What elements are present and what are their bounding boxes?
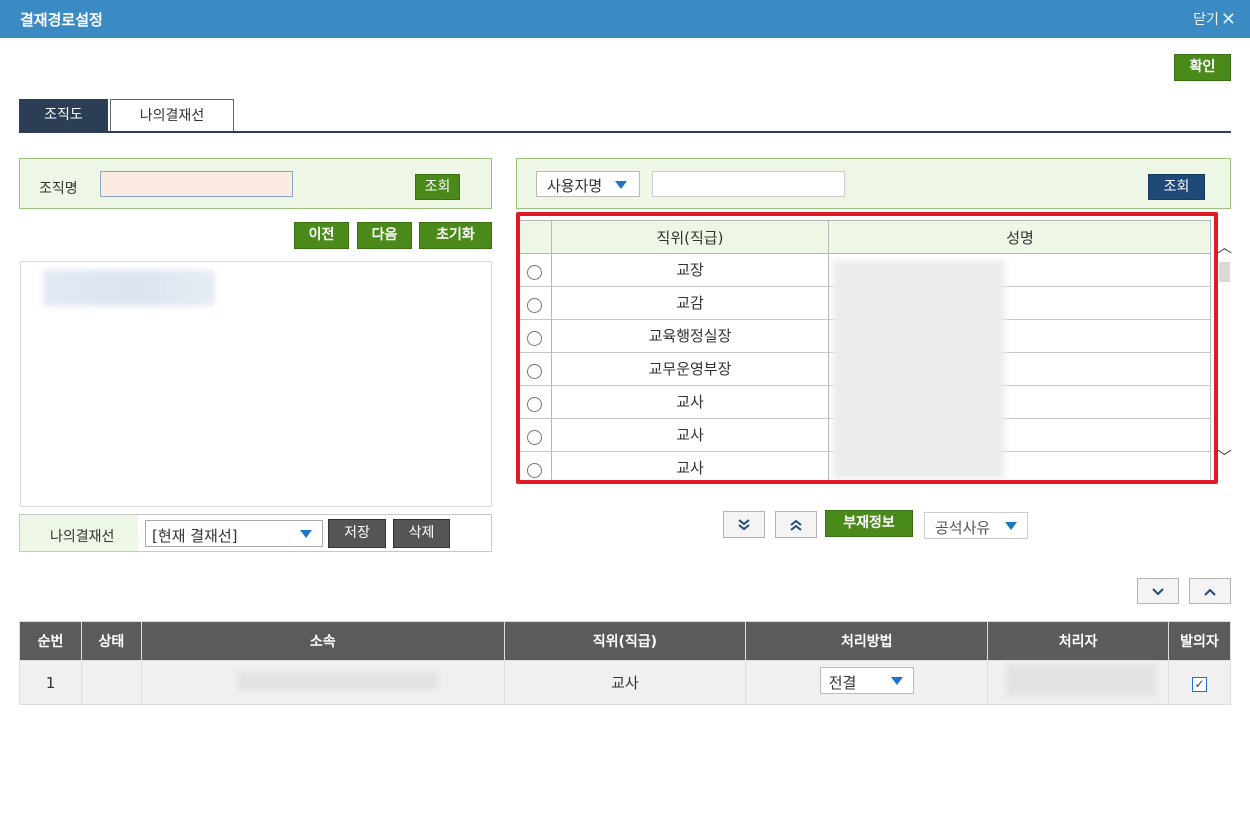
- chevron-down-icon: [615, 181, 627, 189]
- my-approval-line-bar: 나의결재선 [현재 결재선] 저장 삭제: [19, 514, 492, 552]
- dialog-titlebar: 결재경로설정 닫기 ✕: [0, 0, 1250, 38]
- my-approval-line-select-value: [현재 결재선]: [152, 527, 238, 545]
- processor-redacted: [1006, 665, 1157, 695]
- th-method: 처리방법: [745, 621, 989, 661]
- row-position: 교사: [503, 660, 747, 705]
- user-field-select-value: 사용자명: [547, 177, 603, 195]
- chevron-up-icon: [1204, 588, 1216, 596]
- chevron-down-icon: [890, 677, 903, 685]
- close-button[interactable]: 닫기 ✕: [1193, 9, 1236, 30]
- row-order: 1: [19, 660, 82, 705]
- double-chevron-up-icon: [790, 519, 802, 531]
- my-approval-line-select[interactable]: [현재 결재선]: [145, 520, 323, 547]
- save-button[interactable]: 저장: [328, 519, 386, 548]
- row-drafter: ✓: [1168, 660, 1231, 705]
- user-field-select[interactable]: 사용자명: [536, 171, 640, 197]
- org-search-panel: 조직명 조회: [19, 158, 492, 209]
- double-chevron-down-icon: [738, 519, 750, 531]
- add-to-line-button[interactable]: [723, 511, 765, 538]
- absence-reason-value: 공석사유: [935, 519, 991, 537]
- user-search-button[interactable]: 조회: [1148, 174, 1205, 200]
- th-status: 상태: [80, 621, 142, 661]
- org-search-button[interactable]: 조회: [415, 174, 460, 200]
- org-name-input[interactable]: [100, 171, 293, 197]
- scroll-down-icon[interactable]: ﹀: [1217, 446, 1232, 467]
- user-search-input[interactable]: [652, 171, 845, 197]
- org-tree[interactable]: [20, 261, 492, 507]
- row-dept: [140, 660, 505, 705]
- row-method-cell: 전결: [745, 660, 989, 705]
- row-processor: [987, 660, 1169, 705]
- tab-my-approval-line[interactable]: 나의결재선: [110, 99, 234, 132]
- th-position: 직위(직급): [503, 621, 747, 661]
- user-search-panel: 사용자명 조회: [516, 158, 1231, 209]
- remove-from-line-button[interactable]: [775, 511, 817, 538]
- dialog-title: 결재경로설정: [20, 11, 103, 29]
- highlight-box: [516, 212, 1218, 484]
- my-approval-line-label-cell: 나의결재선: [20, 515, 138, 551]
- my-approval-line-label: 나의결재선: [50, 529, 115, 545]
- move-up-button[interactable]: [1189, 578, 1231, 604]
- method-select-value: 전결: [828, 674, 857, 692]
- absence-info-button[interactable]: 부재정보: [825, 510, 913, 537]
- chevron-down-icon: [1152, 588, 1164, 596]
- th-drafter: 발의자: [1168, 621, 1231, 661]
- absence-reason-select[interactable]: 공석사유: [924, 512, 1028, 539]
- move-down-button[interactable]: [1137, 578, 1179, 604]
- org-tree-item-redacted[interactable]: [43, 270, 215, 306]
- reset-button[interactable]: 초기화: [419, 222, 492, 249]
- th-dept: 소속: [140, 621, 505, 661]
- approval-line-table: 순번 상태 소속 직위(직급) 처리방법 처리자 발의자 1 교사 전결 ✓: [19, 621, 1231, 705]
- th-order: 순번: [19, 621, 82, 661]
- dept-redacted: [237, 672, 438, 690]
- th-processor: 처리자: [987, 621, 1169, 661]
- prev-button[interactable]: 이전: [294, 222, 349, 249]
- confirm-button[interactable]: 확인: [1174, 54, 1231, 81]
- org-name-label: 조직명: [39, 181, 78, 197]
- close-label: 닫기: [1193, 12, 1219, 28]
- tab-underline: [19, 131, 1231, 133]
- delete-button[interactable]: 삭제: [393, 519, 450, 548]
- approval-table-header: 순번 상태 소속 직위(직급) 처리방법 처리자 발의자: [19, 621, 1231, 661]
- scroll-up-icon[interactable]: ︿: [1217, 236, 1232, 257]
- next-button[interactable]: 다음: [357, 222, 412, 249]
- chevron-down-icon: [1005, 522, 1017, 530]
- grid-scrollbar[interactable]: ︿ ﹀: [1217, 236, 1232, 468]
- scroll-thumb[interactable]: [1219, 262, 1230, 282]
- table-row[interactable]: 1 교사 전결 ✓: [19, 660, 1231, 705]
- method-select[interactable]: 전결: [819, 667, 914, 694]
- row-status: [80, 660, 142, 705]
- drafter-checkbox[interactable]: ✓: [1192, 676, 1207, 692]
- close-icon: ✕: [1220, 9, 1236, 30]
- chevron-down-icon: [300, 530, 312, 538]
- tab-org-chart[interactable]: 조직도: [19, 99, 108, 132]
